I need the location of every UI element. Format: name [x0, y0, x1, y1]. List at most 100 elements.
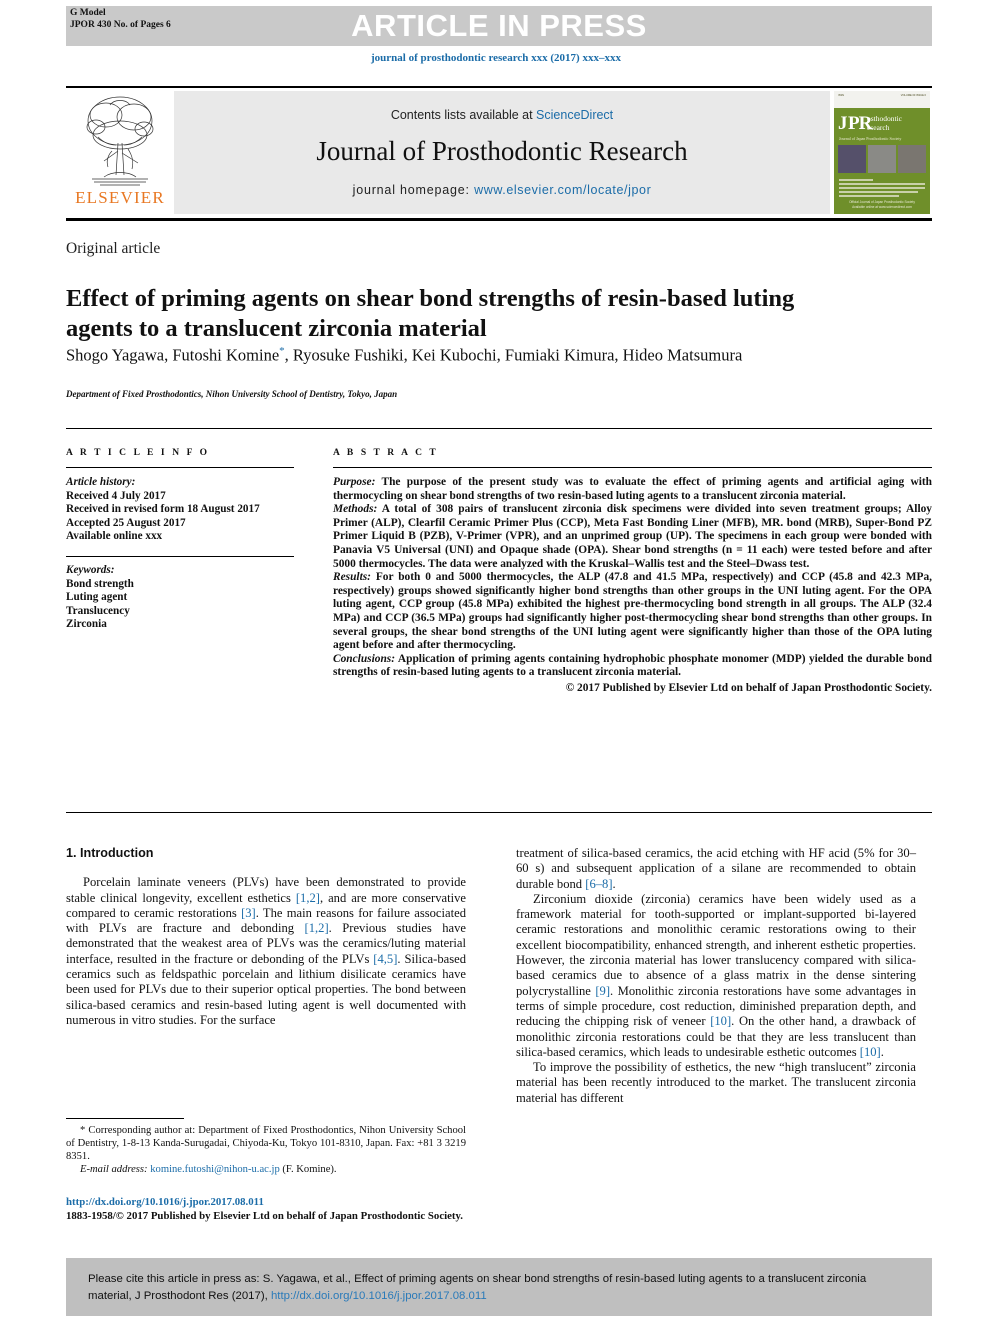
cover-line-5 — [839, 195, 900, 197]
article-in-press-banner: ARTICLE IN PRESS — [66, 6, 932, 46]
author-list: Shogo Yagawa, Futoshi Komine*, Ryosuke F… — [66, 340, 866, 367]
abstract-results-text: For both 0 and 5000 thermocycles, the AL… — [333, 571, 932, 652]
intro-right-text-a: treatment of silica-based ceramics, the … — [516, 846, 916, 891]
citation-ref[interactable]: [9] — [595, 984, 610, 998]
cite-this-article-box: Please cite this article in press as: S.… — [66, 1258, 932, 1316]
journal-homepage-link[interactable]: www.elsevier.com/locate/jpor — [474, 183, 651, 197]
abstract-results: Results: For both 0 and 5000 thermocycle… — [333, 571, 932, 653]
abstract-conclusions-text: Application of priming agents containing… — [333, 652, 932, 679]
sciencedirect-link[interactable]: ScienceDirect — [536, 108, 613, 122]
abstract-copyright: © 2017 Published by Elsevier Ltd on beha… — [565, 681, 932, 694]
cover-logo-subtitle: osthodontic esearch — [867, 114, 902, 132]
journal-title: Journal of Prosthodontic Research — [316, 136, 688, 166]
elsevier-logo: ELSEVIER — [66, 88, 174, 218]
journal-masthead: ELSEVIER Contents lists available at Sci… — [66, 86, 932, 221]
doi-link[interactable]: http://dx.doi.org/10.1016/j.jpor.2017.08… — [66, 1196, 496, 1210]
cover-issn-text: ISSN — [838, 94, 845, 97]
affiliation-line: Department of Fixed Prosthodontics, Niho… — [66, 389, 398, 399]
cover-line-3 — [839, 187, 925, 189]
intro-paragraph-1: Porcelain laminate veneers (PLVs) have b… — [66, 875, 466, 1028]
cover-line-1 — [839, 179, 874, 181]
article-info-column: A R T I C L E I N F O Article history: R… — [66, 448, 294, 632]
email-link[interactable]: komine.futoshi@nihon-u.ac.jp — [150, 1164, 280, 1175]
author-names-first: Shogo Yagawa, Futoshi Komine — [66, 345, 280, 365]
article-page: ARTICLE IN PRESS G Model JPOR 430 No. of… — [0, 0, 992, 1323]
journal-homepage-line: journal homepage: www.elsevier.com/locat… — [353, 183, 652, 197]
keywords-label: Keywords: — [66, 563, 115, 576]
article-info-heading: A R T I C L E I N F O — [66, 448, 210, 458]
citation-ref[interactable]: [6–8] — [585, 877, 612, 891]
cover-line-4 — [839, 191, 919, 193]
email-owner: (F. Komine). — [279, 1164, 337, 1175]
intro-right-text-b: . — [612, 876, 616, 891]
issn-copyright-line: 1883-1958/© 2017 Published by Elsevier L… — [66, 1209, 463, 1222]
keyword-item: Translucency — [66, 604, 130, 617]
keyword-item: Bond strength — [66, 577, 134, 590]
contents-lists-line: Contents lists available at ScienceDirec… — [391, 108, 613, 122]
page-title: Effect of priming agents on shear bond s… — [66, 285, 795, 343]
cover-text-lines — [839, 179, 925, 199]
abstract-methods-text: A total of 308 pairs of translucent zirc… — [333, 503, 932, 570]
citation-ref[interactable]: [1,2] — [305, 921, 329, 935]
keywords-rule — [66, 555, 294, 557]
article-history-block: Article history: Received 4 July 2017 Re… — [66, 476, 294, 544]
keyword-item: Luting agent — [66, 591, 128, 604]
cite-text: Please cite this article in press as: S.… — [88, 1271, 910, 1305]
intro-paragraph-3: Zirconium dioxide (zirconia) ceramics ha… — [516, 892, 916, 1060]
body-column-left: 1. Introduction Porcelain laminate venee… — [66, 846, 466, 1028]
section-heading-introduction: 1. Introduction — [66, 846, 154, 860]
author-names-rest: , Ryosuke Fushiki, Kei Kubochi, Fumiaki … — [284, 345, 743, 365]
footnote-address: * Corresponding author at: Department of… — [66, 1124, 466, 1163]
elsevier-wordmark: ELSEVIER — [75, 188, 165, 207]
cover-footer-line2: Available online at www.sciencedirect.co… — [852, 205, 912, 209]
cover-photo-1 — [838, 145, 866, 173]
cover-footer: Official Journal of Japan Prosthodontic … — [834, 200, 930, 210]
cover-sub-line1: osthodontic — [867, 114, 902, 123]
history-revised: Received in revised form 18 August 2017 — [66, 503, 260, 516]
article-in-press-label: ARTICLE IN PRESS — [351, 8, 647, 43]
abstract-conclusions-label: Conclusions: — [333, 652, 396, 665]
abstract-results-label: Results: — [333, 571, 371, 584]
abstract-body: Purpose: The purpose of the present stud… — [333, 476, 932, 696]
doi-and-issn-block: http://dx.doi.org/10.1016/j.jpor.2017.08… — [66, 1196, 496, 1223]
cover-tagline: Journal of Japan Prosthodontic Society — [839, 136, 902, 141]
cover-line-2 — [839, 183, 925, 185]
g-model-block: G Model JPOR 430 No. of Pages 6 — [70, 8, 171, 31]
footnote-rule — [66, 1118, 184, 1119]
cite-doi-link[interactable]: http://dx.doi.org/10.1016/j.jpor.2017.08… — [271, 1290, 487, 1302]
journal-citation-line: journal of prosthodontic research xxx (2… — [371, 52, 621, 64]
citation-ref[interactable]: [1,2] — [296, 891, 320, 905]
footnote-text: Corresponding author at: Department of F… — [66, 1125, 466, 1162]
g-model-label: G Model — [70, 8, 106, 18]
journal-code-label: JPOR 430 No. of Pages 6 — [70, 19, 171, 30]
info-top-rule — [66, 428, 932, 429]
masthead-center: Contents lists available at ScienceDirec… — [174, 91, 830, 214]
abstract-rule — [333, 467, 932, 468]
abstract-conclusions: Conclusions: Application of priming agen… — [333, 653, 932, 680]
corresponding-author-footnote: * Corresponding author at: Department of… — [66, 1118, 466, 1176]
cover-photo-2 — [868, 145, 896, 173]
cover-sub-line2: esearch — [867, 123, 890, 132]
elsevier-tree-icon — [86, 96, 154, 186]
intro-paragraph-2: treatment of silica-based ceramics, the … — [516, 846, 916, 892]
cover-photo-3 — [898, 145, 926, 173]
citation-ref[interactable]: [10] — [710, 1014, 731, 1028]
citation-ref[interactable]: [3] — [241, 906, 256, 920]
article-history-label: Article history: — [66, 476, 136, 488]
intro-right-text-f: . — [880, 1044, 884, 1059]
cover-volume-text: VOLUME 00 ISSUE 0 — [900, 94, 926, 97]
intro-paragraph-4: To improve the possibility of esthetics,… — [516, 1060, 916, 1105]
abstract-bottom-rule — [66, 812, 932, 813]
citation-ref[interactable]: [10] — [860, 1045, 881, 1059]
abstract-purpose-text: The purpose of the present study was to … — [333, 476, 932, 502]
email-address-label: E-mail address: — [80, 1164, 148, 1175]
citation-ref[interactable]: [4,5] — [373, 952, 397, 966]
history-online: Available online xxx — [66, 530, 163, 543]
abstract-column: A B S T R A C T Purpose: The purpose of … — [333, 448, 932, 696]
cover-logo-j: J — [838, 113, 847, 134]
abstract-purpose: Purpose: The purpose of the present stud… — [333, 476, 932, 503]
article-info-rule — [66, 467, 294, 468]
history-accepted: Accepted 25 August 2017 — [66, 516, 186, 529]
history-received: Received 4 July 2017 — [66, 489, 166, 502]
footnote-email-line: E-mail address: komine.futoshi@nihon-u.a… — [66, 1163, 466, 1176]
